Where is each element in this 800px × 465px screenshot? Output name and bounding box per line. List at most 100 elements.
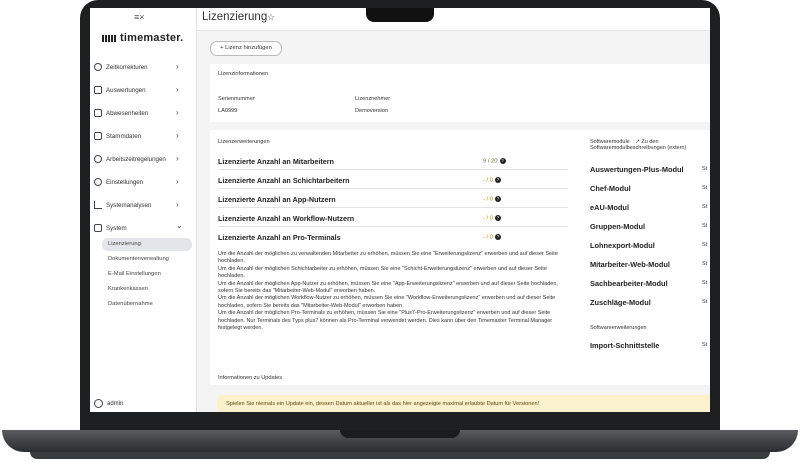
license-info-heading: Lizenzinformationen <box>218 71 269 77</box>
sidebar-item-abwesenheiten[interactable]: Abwesenheiten › <box>90 106 196 122</box>
sidebar-item-einstellungen[interactable]: Einstellungen › <box>90 175 196 191</box>
module-row: Zuschläge-Modul St <box>590 294 708 312</box>
sidebar-subitem-lizenzierung[interactable]: Lizenzierung <box>102 238 192 251</box>
sidebar-subitem-email-einstellungen[interactable]: E-Mail Einstellungen <box>102 268 192 281</box>
sidebar-subitem-datenuebernahme[interactable]: Datenübernahme <box>102 298 192 311</box>
info-paragraph: Um die Anzahl der möglichen Pro-Terminal… <box>218 310 553 332</box>
add-license-button[interactable]: + Lizenz hinzufügen <box>210 41 282 56</box>
extensions-heading: Lizenzerweiterungen <box>218 139 270 145</box>
extension-row-label: Lizenzierte Anzahl an App-Nutzern <box>218 195 336 204</box>
modules-heading-row: Softwaremodule ↗ Zu den Softwaremodulbes… <box>590 139 708 151</box>
chevron-down-icon: ⌄ <box>176 221 183 230</box>
user-menu[interactable]: admin <box>94 399 123 408</box>
divider <box>218 207 568 208</box>
favorite-star-icon[interactable]: ☆ <box>267 12 275 23</box>
extension-row-value: 9 / 20? <box>483 158 506 165</box>
sidebar-item-system[interactable]: System ⌄ <box>90 221 196 237</box>
app-logo[interactable]: timemaster. <box>102 32 183 44</box>
logo-mark-icon <box>102 34 116 42</box>
sidebar-item-zeitkorrekturen[interactable]: Zeitkorrekturen › <box>90 60 196 76</box>
sidebar-item-stammdaten[interactable]: Stammdaten › <box>90 129 196 145</box>
serial-label: Seriennummer <box>218 96 255 102</box>
module-status: St <box>702 185 708 191</box>
module-row: Chef-Modul St <box>590 180 708 198</box>
sidebar-item-systemanalysen[interactable]: Systemanalysen › <box>90 198 196 214</box>
extension-row-label: Lizenzierte Anzahl an Pro-Terminals <box>218 233 341 242</box>
extension-row-label: Lizenzierte Anzahl an Workflow-Nutzern <box>218 214 355 223</box>
module-status: St <box>702 261 708 267</box>
extension-row-value: - / 0? <box>483 215 501 222</box>
module-name: Chef-Modul <box>590 184 631 193</box>
module-row: eAU-Modul St <box>590 199 708 217</box>
top-bar: Lizenzierung ☆ <box>197 8 710 31</box>
chevron-right-icon: › <box>176 62 179 71</box>
holder-label: Lizenznehmer <box>355 96 391 102</box>
extensions-info-text: Um die Anzahl der möglichen zu verwalten… <box>218 251 568 332</box>
module-name: Auswertungen-Plus-Modul <box>590 165 684 174</box>
extension-row-value: - / 0? <box>483 196 501 203</box>
module-status: St <box>702 204 708 210</box>
help-icon[interactable]: ? <box>495 177 501 183</box>
screen: ≡× timemaster. Zeitkorrekturen › Auswert… <box>90 8 710 412</box>
extension-row-value: - / 0? <box>483 177 501 184</box>
info-paragraph: Um die Anzahl der möglichen Schichtarbei… <box>218 265 547 280</box>
chevron-right-icon: › <box>176 177 179 186</box>
sidebar-item-auswertungen[interactable]: Auswertungen › <box>90 83 196 99</box>
camera-notch <box>366 8 434 22</box>
module-row: Auswertungen-Plus-Modul St <box>590 161 708 179</box>
avatar-icon <box>94 399 103 408</box>
info-paragraph: Um die Anzahl der möglichen Workflow-Nut… <box>218 295 556 309</box>
license-info-card: Lizenzinformationen Seriennummer LA0999 … <box>210 64 710 122</box>
module-row: Mitarbeiter-Web-Modul St <box>590 256 708 274</box>
module-status: St <box>702 342 708 348</box>
sidebar-subitem-krankenkassen[interactable]: Krankenkassen <box>102 283 192 296</box>
sidebar-item-arbeitszeitregelungen[interactable]: Arbeitszeitregelungen › <box>90 152 196 168</box>
collapse-sidebar-icon[interactable]: ≡× <box>134 12 145 22</box>
chevron-right-icon: › <box>176 154 179 163</box>
chevron-right-icon: › <box>176 131 179 140</box>
help-icon[interactable]: ? <box>495 215 501 221</box>
chevron-right-icon: › <box>176 200 179 209</box>
sidebar-subitem-dokumentenverwaltung[interactable]: Dokumentenverwaltung <box>102 253 192 266</box>
update-warning-banner: Spielen Sie niemals ein Update ein, dess… <box>217 395 710 412</box>
chart-icon <box>94 201 102 209</box>
module-name: Zuschläge-Modul <box>590 298 651 307</box>
main-content: + Lizenz hinzufügen Lizenzinformationen … <box>197 31 710 412</box>
module-status: St <box>702 280 708 286</box>
sidebar: ≡× timemaster. Zeitkorrekturen › Auswert… <box>90 8 197 412</box>
module-name: Gruppen-Modul <box>590 222 646 231</box>
extension-row-label: Lizenzierte Anzahl an Mitarbeitern <box>218 157 334 166</box>
logo-text: timemaster. <box>120 32 184 44</box>
help-icon[interactable]: ? <box>495 234 501 240</box>
extension-row-value: - / 0? <box>483 234 501 241</box>
module-row: Sachbearbeiter-Modul St <box>590 275 708 293</box>
module-status: St <box>702 223 708 229</box>
chevron-right-icon: › <box>176 85 179 94</box>
module-row: Gruppen-Modul St <box>590 218 708 236</box>
info-paragraph: Um die Anzahl der möglichen App-Nutzer z… <box>218 280 558 295</box>
module-row: Import-Schnittstelle St <box>590 337 708 355</box>
module-name: Import-Schnittstelle <box>590 341 660 350</box>
report-icon <box>94 86 102 94</box>
divider <box>218 169 568 170</box>
laptop-hinge-notch <box>340 430 460 438</box>
info-paragraph: Um die Anzahl der möglichen zu verwalten… <box>218 251 558 265</box>
user-name: admin <box>107 401 124 408</box>
laptop-foot <box>30 452 770 459</box>
extensions-modules-heading: Softwareerweiterungen <box>590 325 647 331</box>
chevron-right-icon: › <box>176 108 179 117</box>
module-name: Lohnexport-Modul <box>590 241 655 250</box>
holder-value: Demoversion <box>355 108 388 114</box>
page-title: Lizenzierung <box>202 11 268 23</box>
updates-heading: Informationen zu Updates <box>218 375 283 381</box>
help-icon[interactable]: ? <box>495 196 501 202</box>
serial-value: LA0999 <box>218 108 238 114</box>
module-status: St <box>702 299 708 305</box>
folder-icon <box>94 132 102 140</box>
divider <box>218 226 568 227</box>
extension-row-label: Lizenzierte Anzahl an Schichtarbeitern <box>218 176 350 185</box>
module-row: Lohnexport-Modul St <box>590 237 708 255</box>
calendar-icon <box>94 109 102 117</box>
help-icon[interactable]: ? <box>499 158 506 164</box>
system-icon <box>94 224 102 232</box>
